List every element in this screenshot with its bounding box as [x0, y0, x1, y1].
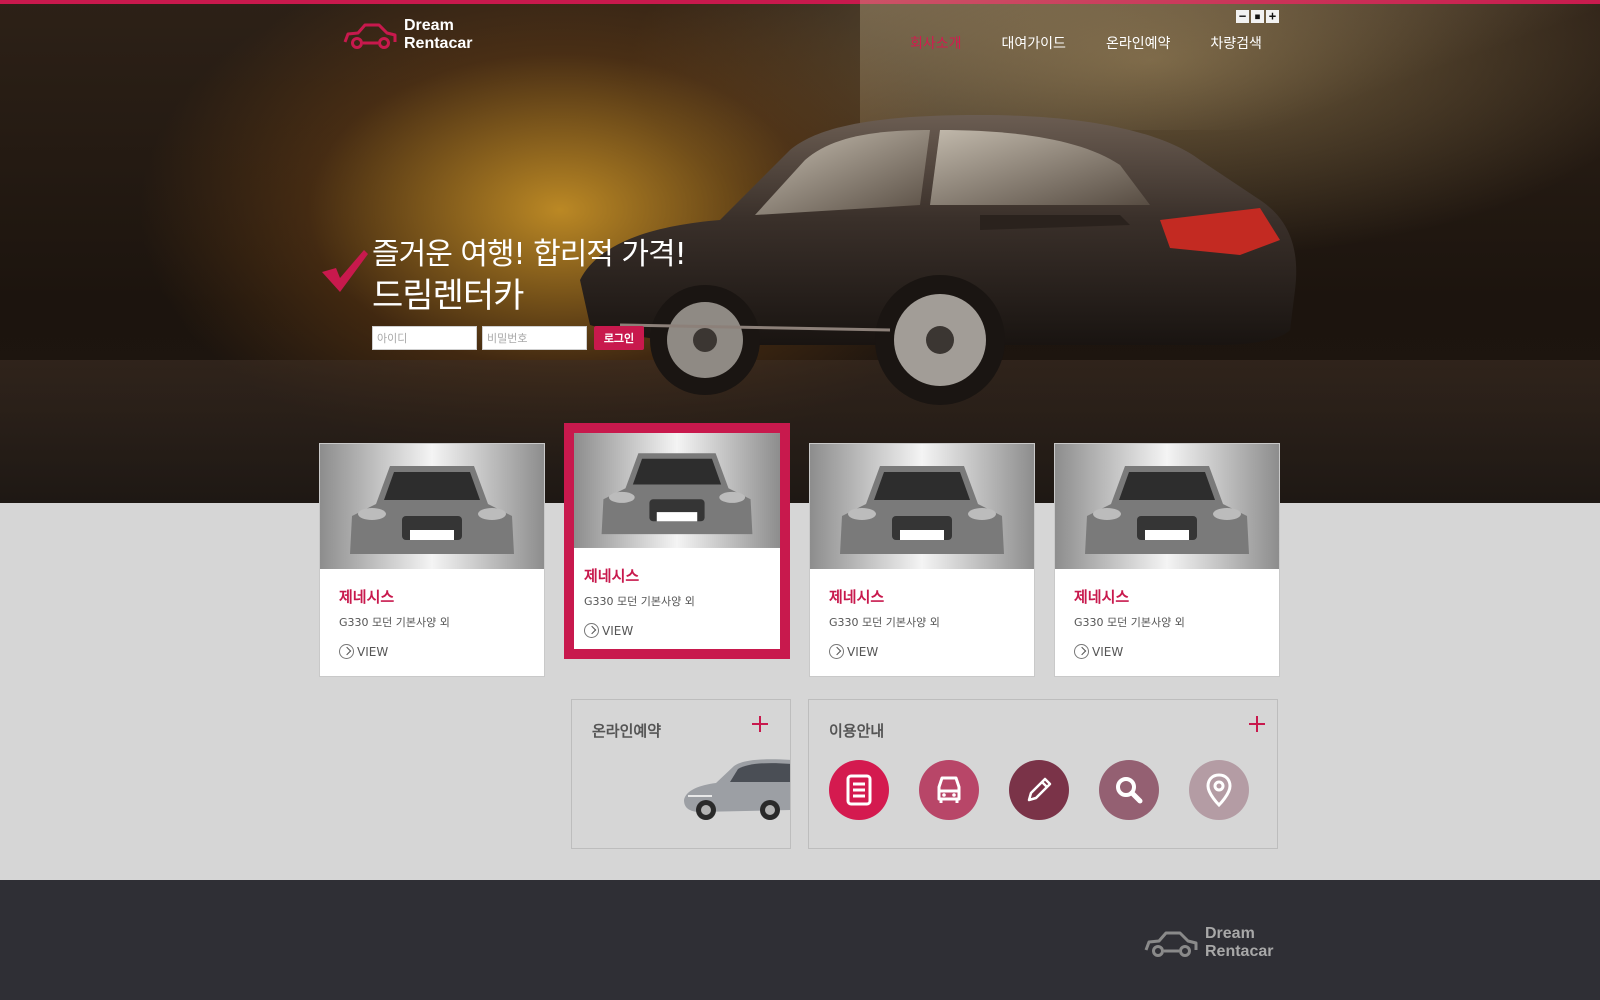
- password-input[interactable]: [482, 326, 587, 350]
- plus-icon[interactable]: [752, 716, 768, 732]
- footer: [0, 880, 1600, 1000]
- car-title: 제네시스: [339, 588, 395, 606]
- guide-icon-row: [829, 760, 1249, 820]
- reservation-panel[interactable]: 온라인예약: [571, 699, 791, 849]
- arrow-circle-icon: [584, 623, 599, 638]
- zoom-reset-button[interactable]: ▪: [1251, 10, 1264, 23]
- zoom-controls: − ▪ +: [1236, 10, 1279, 23]
- car-title: 제네시스: [1074, 588, 1130, 606]
- login-button[interactable]: 로그인: [594, 326, 644, 350]
- footer-brand-line1: Dream: [1205, 925, 1255, 942]
- plus-icon[interactable]: [1249, 716, 1265, 732]
- car-title: 제네시스: [829, 588, 885, 606]
- car-card[interactable]: 제네시스 G330 모던 기본사양 외 VIEW: [319, 443, 545, 677]
- pencil-icon[interactable]: [1009, 760, 1069, 820]
- guide-panel[interactable]: 이용안내: [808, 699, 1278, 849]
- footer-brand-line2: Rentacar: [1205, 943, 1274, 960]
- footer-brand-name: Dream Rentacar: [1205, 925, 1273, 961]
- car-subtitle: G330 모던 기본사양 외: [1074, 616, 1185, 629]
- login-form: 로그인: [372, 326, 644, 350]
- car-title: 제네시스: [584, 567, 640, 585]
- car-card-featured[interactable]: 제네시스 G330 모던 기본사양 외 VIEW: [564, 423, 790, 659]
- arrow-circle-icon: [339, 644, 354, 659]
- car-logo-icon: [1144, 931, 1198, 957]
- slogan-line2: 드림렌터카: [372, 276, 524, 316]
- hero-slogan: 즐거운 여행! 합리적 가격! 드림렌터카: [372, 236, 687, 318]
- view-link[interactable]: VIEW: [339, 644, 388, 659]
- car-subtitle: G330 모던 기본사양 외: [829, 616, 940, 629]
- view-label: VIEW: [1092, 644, 1124, 659]
- car-front-icon[interactable]: [919, 760, 979, 820]
- main-nav: 회사소개 대여가이드 온라인예약 차량검색: [910, 33, 1262, 53]
- brand-line1: Dream: [404, 17, 454, 34]
- zoom-in-button[interactable]: +: [1266, 10, 1279, 23]
- search-icon[interactable]: [1099, 760, 1159, 820]
- view-label: VIEW: [602, 623, 634, 638]
- guide-panel-title: 이용안내: [829, 722, 885, 740]
- document-icon[interactable]: [829, 760, 889, 820]
- car-photo: [1055, 444, 1279, 569]
- car-subtitle: G330 모던 기본사양 외: [339, 616, 450, 629]
- view-label: VIEW: [357, 644, 389, 659]
- user-id-input[interactable]: [372, 326, 477, 350]
- view-link[interactable]: VIEW: [1074, 644, 1123, 659]
- arrow-circle-icon: [1074, 644, 1089, 659]
- car-subtitle: G330 모던 기본사양 외: [584, 595, 695, 608]
- zoom-out-button[interactable]: −: [1236, 10, 1249, 23]
- car-card[interactable]: 제네시스 G330 모던 기본사양 외 VIEW: [1054, 443, 1280, 677]
- view-link[interactable]: VIEW: [829, 644, 878, 659]
- slogan-line1: 즐거운 여행! 합리적 가격!: [372, 237, 687, 272]
- location-pin-icon[interactable]: [1189, 760, 1249, 820]
- hero-banner: Dream Rentacar − ▪ + 회사소개 대여가이드 온라인예약 차량…: [0, 0, 1600, 503]
- nav-item-company[interactable]: 회사소개: [910, 33, 962, 53]
- footer-logo[interactable]: Dream Rentacar: [1143, 925, 1273, 961]
- view-link[interactable]: VIEW: [584, 623, 633, 638]
- view-label: VIEW: [847, 644, 879, 659]
- brand-line2: Rentacar: [404, 35, 473, 52]
- checkmark-icon: [322, 250, 368, 292]
- car-photo: [574, 433, 780, 548]
- car-logo-icon: [343, 23, 397, 49]
- nav-item-car-search[interactable]: 차량검색: [1210, 33, 1262, 53]
- nav-item-rental-guide[interactable]: 대여가이드: [1002, 33, 1066, 53]
- brand-name: Dream Rentacar: [404, 17, 472, 53]
- nav-item-online-reservation[interactable]: 온라인예약: [1106, 33, 1170, 53]
- arrow-circle-icon: [829, 644, 844, 659]
- reservation-car-image: [684, 759, 790, 820]
- car-photo: [810, 444, 1034, 569]
- car-card[interactable]: 제네시스 G330 모던 기본사양 외 VIEW: [809, 443, 1035, 677]
- brand-logo[interactable]: Dream Rentacar: [342, 17, 472, 53]
- reservation-panel-title: 온라인예약: [592, 722, 662, 740]
- car-photo: [320, 444, 544, 569]
